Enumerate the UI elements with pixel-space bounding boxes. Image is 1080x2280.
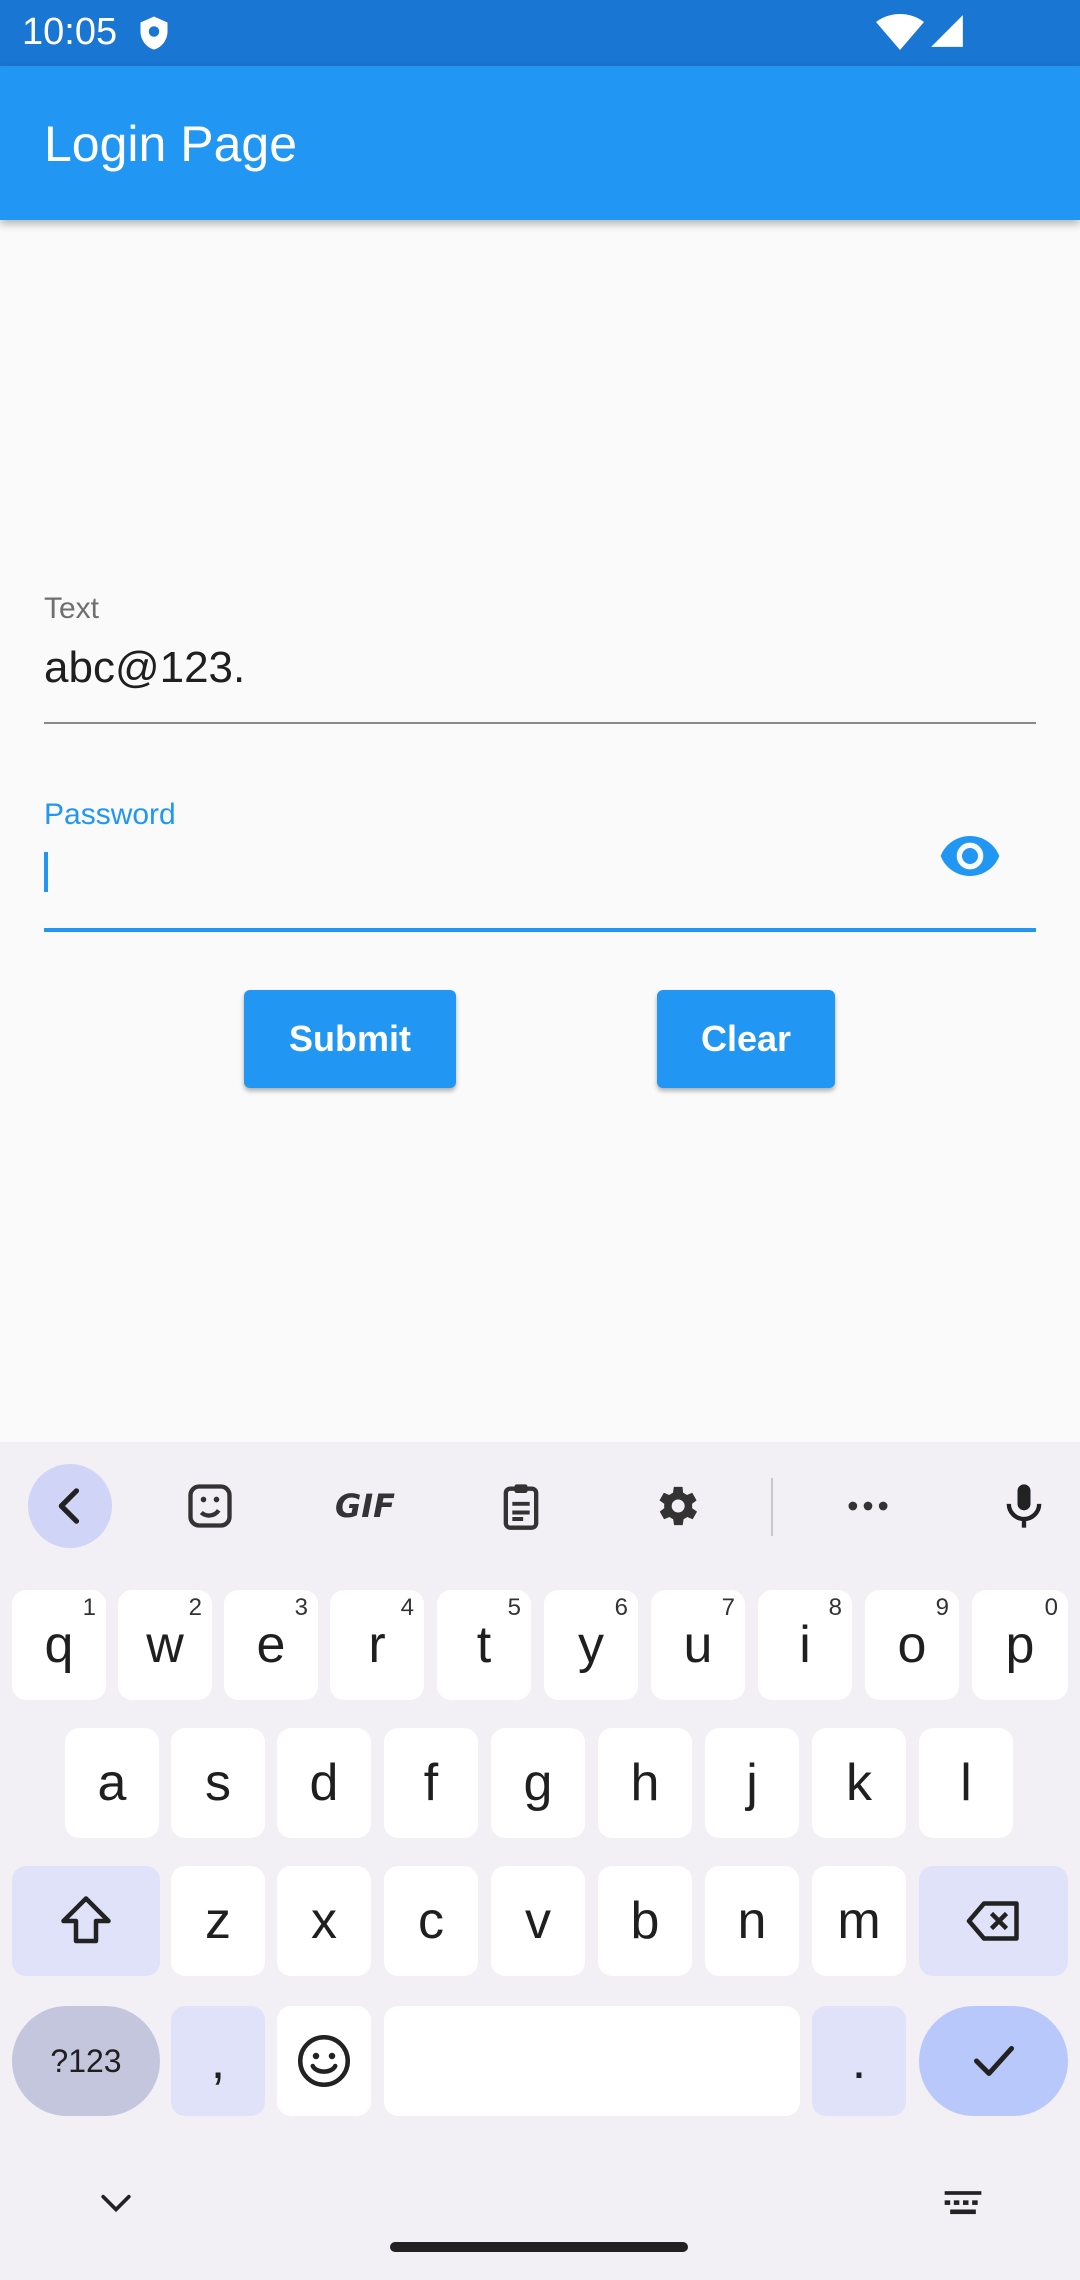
key-b[interactable]: b	[598, 1866, 692, 1976]
key-label: i	[799, 1616, 811, 1674]
key-label: w	[146, 1616, 184, 1674]
key-g[interactable]: g	[491, 1728, 585, 1838]
key-u[interactable]: u7	[651, 1590, 745, 1700]
status-time: 10:05	[22, 11, 118, 53]
password-field[interactable]: Password	[44, 792, 1036, 932]
eye-icon[interactable]	[938, 824, 1002, 888]
key-label: q	[44, 1616, 74, 1674]
cell-signal-icon	[931, 15, 963, 47]
emoji-icon	[298, 2035, 350, 2087]
key-l[interactable]: l	[919, 1728, 1013, 1838]
key-hint: 2	[188, 1594, 202, 1621]
key-label: p	[1005, 1616, 1035, 1674]
key-hint: 6	[614, 1594, 628, 1621]
check-icon	[973, 2046, 1014, 2076]
key-c[interactable]: c	[384, 1866, 478, 1976]
key-label: u	[683, 1616, 713, 1674]
space-key[interactable]	[384, 2006, 800, 2116]
key-x[interactable]: x	[277, 1866, 371, 1976]
keyboard-switch-icon[interactable]	[940, 2182, 986, 2226]
key-label: o	[897, 1616, 927, 1674]
key-r[interactable]: r4	[330, 1590, 424, 1700]
key-h[interactable]: h	[598, 1728, 692, 1838]
key-hint: 3	[294, 1594, 308, 1621]
chevron-down-icon[interactable]	[94, 2182, 138, 2226]
key-p[interactable]: p0	[972, 1590, 1068, 1700]
text-cursor	[44, 852, 48, 892]
key-hint: 0	[1044, 1594, 1058, 1621]
key-hint: 5	[507, 1594, 521, 1621]
key-hint: 4	[400, 1594, 414, 1621]
text-field-value[interactable]: abc@123.	[44, 642, 245, 694]
key-hint: 9	[935, 1594, 949, 1621]
settings-icon[interactable]	[634, 1464, 718, 1548]
period-key[interactable]: .	[812, 2006, 906, 2116]
app-bar: Login Page	[0, 66, 1080, 220]
shield-icon	[140, 16, 168, 50]
password-field-label: Password	[44, 798, 176, 831]
key-e[interactable]: e3	[224, 1590, 318, 1700]
toolbar-divider	[771, 1478, 773, 1536]
key-hint: 8	[828, 1594, 842, 1621]
keyboard-toolbar: GIF	[0, 1442, 1080, 1572]
gif-icon[interactable]: GIF	[323, 1464, 407, 1548]
key-t[interactable]: t5	[437, 1590, 531, 1700]
key-f[interactable]: f	[384, 1728, 478, 1838]
key-a[interactable]: a	[65, 1728, 159, 1838]
emoji-key[interactable]	[277, 2006, 371, 2116]
key-o[interactable]: o9	[865, 1590, 959, 1700]
text-field[interactable]: Text abc@123.	[44, 586, 1036, 724]
page-title: Login Page	[44, 116, 298, 172]
shift-key[interactable]	[12, 1866, 160, 1976]
key-v[interactable]: v	[491, 1866, 585, 1976]
gif-label: GIF	[334, 1487, 396, 1525]
key-s[interactable]: s	[171, 1728, 265, 1838]
key-k[interactable]: k	[812, 1728, 906, 1838]
key-z[interactable]: z	[171, 1866, 265, 1976]
keyboard-nav-row	[0, 2180, 1080, 2280]
backspace-key[interactable]	[919, 1866, 1068, 1976]
soft-keyboard: GIF q1 w2 e3 r4 t5 y6 u7 i8 o9 p0 a s d …	[0, 1442, 1080, 2280]
home-indicator[interactable]	[390, 2242, 688, 2252]
clipboard-icon[interactable]	[479, 1464, 563, 1548]
backspace-icon	[966, 1901, 1019, 1941]
key-d[interactable]: d	[277, 1728, 371, 1838]
key-w[interactable]: w2	[118, 1590, 212, 1700]
sticker-icon[interactable]	[168, 1464, 252, 1548]
comma-key[interactable]: ,	[171, 2006, 265, 2116]
key-hint: 1	[82, 1594, 96, 1621]
wifi-icon	[876, 14, 924, 50]
enter-key[interactable]	[919, 2006, 1068, 2116]
key-label: r	[368, 1616, 386, 1674]
mic-icon[interactable]	[982, 1464, 1066, 1548]
key-label: t	[476, 1616, 492, 1674]
clear-button[interactable]: Clear	[657, 990, 835, 1088]
key-i[interactable]: i8	[758, 1590, 852, 1700]
key-j[interactable]: j	[705, 1728, 799, 1838]
status-bar: 10:05	[0, 0, 1080, 66]
back-chevron-icon[interactable]	[28, 1464, 112, 1548]
symbols-key[interactable]: ?123	[12, 2006, 160, 2116]
shift-icon	[61, 1896, 111, 1944]
more-icon[interactable]	[826, 1464, 910, 1548]
key-n[interactable]: n	[705, 1866, 799, 1976]
key-label: y	[578, 1616, 604, 1674]
submit-button[interactable]: Submit	[244, 990, 456, 1088]
key-m[interactable]: m	[812, 1866, 906, 1976]
key-hint: 7	[721, 1594, 735, 1621]
key-y[interactable]: y6	[544, 1590, 638, 1700]
text-field-label: Text	[44, 592, 100, 625]
key-q[interactable]: q1	[12, 1590, 106, 1700]
key-label: e	[256, 1616, 286, 1674]
